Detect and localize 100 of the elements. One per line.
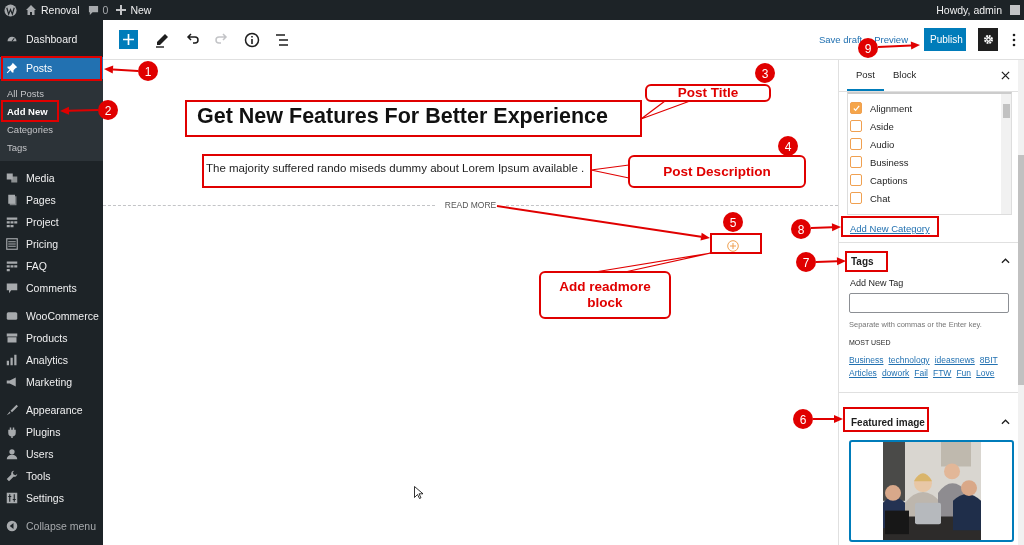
megaphone-icon xyxy=(6,376,18,388)
more-options-icon[interactable] xyxy=(1012,32,1016,47)
collapse-menu-button[interactable]: Collapse menu xyxy=(0,515,103,537)
tag-link[interactable]: Articles xyxy=(849,368,877,378)
submenu-item[interactable]: All Posts xyxy=(0,84,44,102)
tag-link[interactable]: Fun xyxy=(956,368,972,378)
settings-button[interactable] xyxy=(978,28,998,51)
category-checkbox[interactable] xyxy=(850,192,862,204)
add-block-button[interactable] xyxy=(119,30,138,49)
save-draft-button[interactable]: Save draft xyxy=(818,34,863,45)
new-link[interactable]: New xyxy=(130,4,152,16)
speech-bubble-icon xyxy=(6,282,18,294)
callout: Post Description xyxy=(628,155,806,188)
sidebar-label: Posts xyxy=(26,62,53,74)
read-more-label: READ MORE xyxy=(444,200,497,210)
step-marker: 7 xyxy=(796,252,816,272)
add-new-category-link[interactable]: Add New Category xyxy=(850,223,930,234)
category-checkbox[interactable] xyxy=(850,156,862,168)
sidebar-label: Pages xyxy=(26,194,56,206)
post-paragraph[interactable]: The majority suffered rando miseds dummy about Lorem Ipsum available . xyxy=(206,162,585,174)
tag-link[interactable]: dowork xyxy=(881,368,910,378)
tag-link[interactable]: technology xyxy=(888,355,930,365)
info-icon[interactable] xyxy=(244,31,260,48)
sidebar-item[interactable]: Media xyxy=(0,167,103,189)
speech-bubble-icon[interactable] xyxy=(87,4,99,16)
sidebar-item[interactable]: Plugins xyxy=(0,421,103,443)
category-checkbox[interactable] xyxy=(850,102,862,114)
panel-tab[interactable]: Block xyxy=(884,60,926,91)
plus-icon xyxy=(123,34,134,45)
sidebar-item[interactable]: Analytics xyxy=(0,349,103,371)
comment-count[interactable]: 0 xyxy=(102,4,109,16)
sidebar-item[interactable]: Dashboard xyxy=(0,28,103,50)
store-icon xyxy=(6,310,18,322)
pencil-icon[interactable] xyxy=(154,31,170,48)
category-checkbox[interactable] xyxy=(850,138,862,150)
scrollbar[interactable] xyxy=(1001,94,1011,214)
sidebar-item[interactable]: Pricing xyxy=(0,233,103,255)
category-checkbox[interactable] xyxy=(850,174,862,186)
sidebar-label: Media xyxy=(26,172,55,184)
outline-icon[interactable] xyxy=(274,31,290,48)
category-label: Audio xyxy=(870,138,895,150)
pages-icon xyxy=(6,194,18,206)
featured-image-frame[interactable] xyxy=(849,440,1014,542)
section-title[interactable]: Tags xyxy=(849,255,874,267)
step-marker: 8 xyxy=(791,219,811,239)
callout: Post Title xyxy=(645,84,771,102)
sliders-icon xyxy=(6,492,18,504)
chevron-up-icon[interactable] xyxy=(1001,258,1010,264)
sidebar-label: Analytics xyxy=(26,354,68,366)
mouse-cursor-icon xyxy=(414,486,423,499)
arrow xyxy=(815,257,846,266)
sidebar-label: Plugins xyxy=(26,426,61,438)
preview-button[interactable]: Preview xyxy=(874,34,908,45)
sidebar-item[interactable]: WooCommerce xyxy=(0,305,103,327)
wordpress-logo-icon[interactable] xyxy=(4,3,17,17)
sidebar-item[interactable]: Users xyxy=(0,443,103,465)
highlight-frame xyxy=(710,233,762,254)
chevron-up-icon[interactable] xyxy=(1001,419,1010,425)
sidebar-item[interactable]: Tools xyxy=(0,465,103,487)
sidebar-item[interactable]: Appearance xyxy=(0,399,103,421)
callout: Add readmore block xyxy=(539,271,671,319)
sidebar-item[interactable]: Comments xyxy=(0,277,103,299)
sidebar-label: Tools xyxy=(26,470,51,482)
tag-link[interactable]: Fail xyxy=(914,368,928,378)
section-title[interactable]: Featured image xyxy=(849,416,925,428)
tag-input-field[interactable] xyxy=(849,293,1009,313)
publish-button[interactable]: Publish xyxy=(924,28,966,51)
category-checkbox[interactable] xyxy=(850,120,862,132)
tag-link[interactable]: Love xyxy=(976,368,995,378)
grid-icon xyxy=(6,216,18,228)
home-icon[interactable] xyxy=(25,4,37,16)
post-title[interactable]: Get New Features For Better Experience xyxy=(197,104,838,129)
media-icon xyxy=(6,172,18,184)
sidebar-item[interactable]: Products xyxy=(0,327,103,349)
site-name[interactable]: Renoval xyxy=(41,4,80,16)
sidebar-label: Dashboard xyxy=(26,33,78,45)
step-marker: 5 xyxy=(723,212,743,232)
sidebar-item[interactable]: Pages xyxy=(0,189,103,211)
tag-link[interactable]: FTW xyxy=(933,368,952,378)
tag-link[interactable]: 8BIT xyxy=(979,355,998,365)
close-icon[interactable] xyxy=(1001,71,1010,80)
step-marker: 1 xyxy=(138,61,158,81)
panel-scrollbar[interactable] xyxy=(1018,60,1024,545)
sidebar-item[interactable]: Marketing xyxy=(0,371,103,393)
arrow xyxy=(810,223,841,232)
plus-icon[interactable] xyxy=(116,5,127,15)
sidebar-item[interactable]: Settings xyxy=(0,487,103,509)
tag-link[interactable]: ideasnews xyxy=(934,355,975,365)
step-marker: 3 xyxy=(755,63,775,83)
submenu-item[interactable]: Add New xyxy=(0,102,48,120)
submenu-item[interactable]: Tags xyxy=(0,138,28,156)
submenu-item[interactable]: Categories xyxy=(0,120,53,138)
sidebar-label: Project xyxy=(26,216,59,228)
panel-tab[interactable]: Post xyxy=(847,60,884,91)
sidebar-item[interactable]: FAQ xyxy=(0,255,103,277)
brush-icon xyxy=(6,404,18,416)
greeting[interactable]: Howdy, admin xyxy=(936,4,1002,16)
tag-link[interactable]: Business xyxy=(849,355,884,365)
sidebar-label: Marketing xyxy=(26,376,73,388)
sidebar-item[interactable]: Project xyxy=(0,211,103,233)
